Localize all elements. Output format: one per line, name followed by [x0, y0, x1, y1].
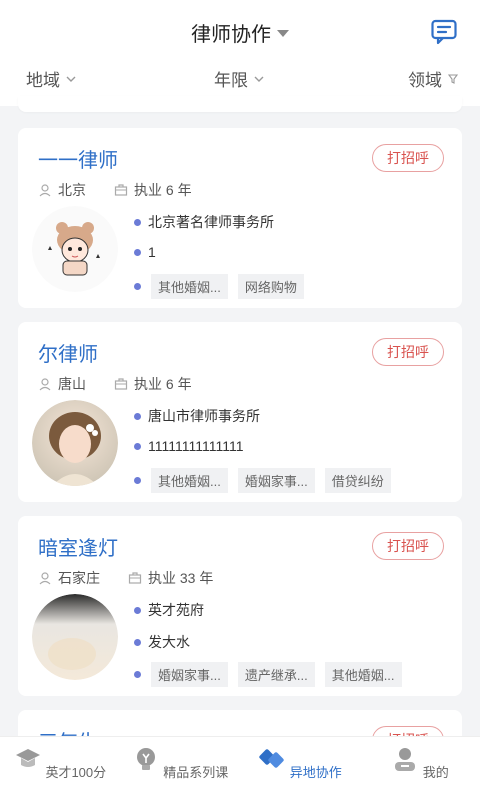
lawyer-city: 唐山: [58, 376, 86, 392]
bullet-dot: [134, 638, 141, 646]
lawyer-name[interactable]: 暗室逢灯: [38, 532, 118, 561]
law-firm: 英才苑府: [148, 602, 204, 618]
tab-courses[interactable]: 精品系列课: [120, 745, 240, 781]
phone-line: 11111111111111: [134, 438, 244, 454]
firm-line: 唐山市律师事务所: [134, 406, 260, 426]
lawyer-card[interactable]: 一一律师 打招呼 北京 执业 6 年 北京著名律师事务所 1 其他婚姻... 网…: [18, 128, 462, 308]
chevron-down-icon: [254, 76, 264, 82]
tag: 其他婚姻...: [324, 662, 402, 687]
firm-line: 北京著名律师事务所: [134, 212, 274, 232]
tag-list: 婚姻家事... 遗产继承... 其他婚姻...: [134, 662, 412, 687]
briefcase-icon: [128, 572, 142, 584]
tag: 网络购物: [237, 274, 304, 299]
greet-button[interactable]: 打招呼: [372, 338, 444, 366]
tag: 婚姻家事...: [151, 662, 228, 687]
lightbulb-icon: [136, 748, 155, 770]
tab-label: 异地协作: [289, 765, 342, 780]
lawyer-name[interactable]: 尔律师: [38, 338, 98, 367]
tag: 婚姻家事...: [237, 468, 315, 493]
law-firm: 唐山市律师事务所: [148, 408, 260, 424]
avatar: [32, 594, 118, 680]
lawyer-card[interactable]: 暗室逢灯 打招呼 石家庄 执业 33 年 英才苑府 发大水 婚姻家事... 遗产…: [18, 516, 462, 696]
greet-button[interactable]: 打招呼: [372, 532, 444, 560]
tag: 借贷纠纷: [324, 468, 391, 493]
lawyer-years: 执业 6 年: [134, 376, 192, 392]
tab-yingcai-100[interactable]: 英才100分: [0, 745, 120, 781]
filter-funnel-icon: [448, 73, 458, 84]
bullet-dot: [134, 218, 141, 226]
tab-remote-collaboration[interactable]: 异地协作: [240, 745, 360, 781]
lawyer-name[interactable]: 一一律师: [38, 144, 118, 173]
lawyer-meta: 北京 执业 6 年: [38, 180, 192, 200]
bullet-dot: [134, 283, 141, 290]
filter-years[interactable]: 年限: [214, 66, 264, 91]
caret-down-icon: [277, 30, 289, 38]
location-icon: [39, 378, 51, 391]
tag: 其他婚姻...: [151, 468, 228, 493]
filter-region[interactable]: 地域: [26, 66, 76, 91]
lawyer-meta: 石家庄 执业 33 年: [38, 568, 213, 588]
filter-bar: 地域 年限 领域: [0, 66, 480, 94]
phone-line: 1: [134, 244, 156, 260]
lawyer-city: 石家庄: [58, 570, 100, 586]
avatar: [32, 400, 118, 486]
previous-card-edge: [18, 96, 462, 112]
bullet-dot: [134, 671, 141, 678]
law-firm: 北京著名律师事务所: [148, 214, 274, 230]
lawyer-meta: 唐山 执业 6 年: [38, 374, 192, 394]
lawyer-city: 北京: [58, 182, 86, 198]
page-title: 律师协作: [191, 24, 271, 46]
filter-region-label: 地域: [26, 71, 60, 90]
location-icon: [39, 184, 51, 197]
greet-button[interactable]: 打招呼: [372, 144, 444, 172]
tab-me[interactable]: 我的: [360, 745, 480, 781]
filter-field[interactable]: 领域: [408, 66, 458, 91]
graduation-cap-icon: [15, 749, 40, 767]
filter-years-label: 年限: [214, 71, 248, 90]
bottom-tab-bar: 英才100分 精品系列课 异地协作 我的: [0, 736, 480, 800]
person-icon: [395, 748, 416, 771]
tab-label: 精品系列课: [163, 765, 229, 780]
tab-label: 英才100分: [45, 765, 107, 780]
briefcase-icon: [114, 184, 128, 196]
tag-list: 其他婚姻... 婚姻家事... 借贷纠纷: [134, 468, 401, 493]
filter-field-label: 领域: [408, 71, 442, 90]
bullet-dot: [134, 477, 141, 484]
avatar: [32, 206, 118, 292]
tag-list: 其他婚姻... 网络购物: [134, 274, 314, 299]
bullet-dot: [134, 442, 141, 450]
phone-number: 1: [148, 244, 156, 260]
tag: 其他婚姻...: [151, 274, 228, 299]
phone-number: 发大水: [148, 634, 190, 650]
lawyer-years: 执业 33 年: [148, 570, 214, 586]
handshake-icon: [259, 749, 284, 768]
location-icon: [39, 572, 51, 585]
lawyer-years: 执业 6 年: [134, 182, 192, 198]
lawyer-card[interactable]: 尔律师 打招呼 唐山 执业 6 年 唐山市律师事务所 1111111111111…: [18, 322, 462, 502]
briefcase-icon: [114, 378, 128, 390]
top-header: 律师协作 地域 年限 领域: [0, 0, 480, 106]
phone-number: 11111111111111: [148, 438, 244, 454]
bullet-dot: [134, 412, 141, 420]
message-icon[interactable]: [430, 18, 458, 46]
page-title-dropdown[interactable]: 律师协作: [0, 18, 480, 47]
tab-label: 我的: [422, 765, 449, 780]
firm-line: 英才苑府: [134, 600, 204, 620]
bullet-dot: [134, 248, 141, 256]
bullet-dot: [134, 606, 141, 614]
chevron-down-icon: [66, 76, 76, 82]
tag: 遗产继承...: [237, 662, 315, 687]
phone-line: 发大水: [134, 632, 190, 652]
